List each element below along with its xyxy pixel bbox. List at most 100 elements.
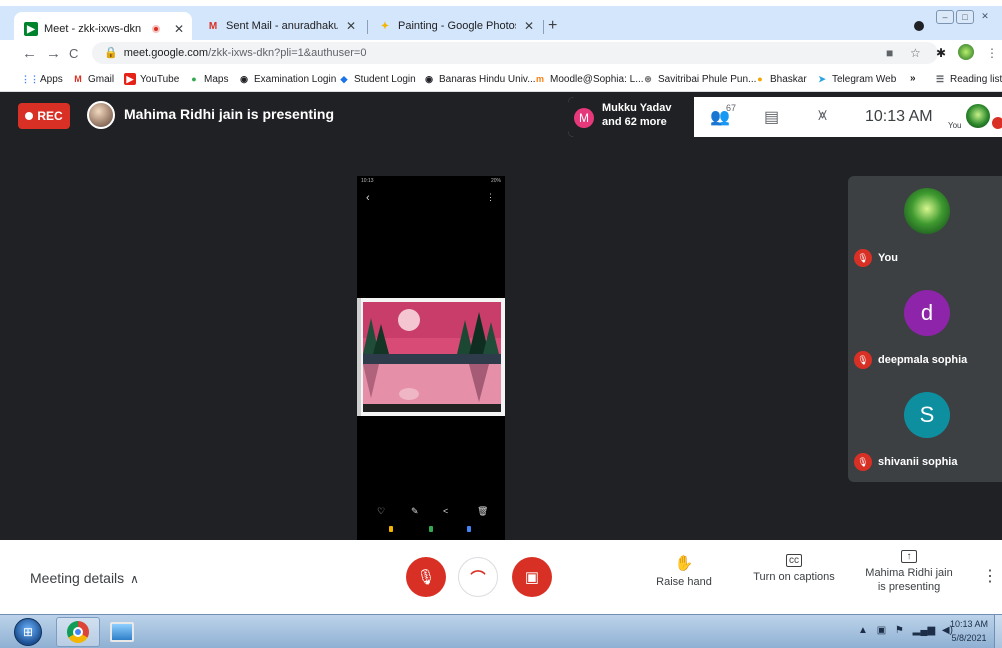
taskbar-chrome[interactable]	[56, 617, 100, 647]
participant-tile-deepmala[interactable]: d 🎙 deepmala sophia	[848, 278, 1002, 380]
url-field[interactable]: 🔒 meet.google.com/zkk-ixws-dkn?pli=1&auth…	[92, 42, 938, 64]
meet-controls-bar: Meeting details ∧ 🎙 ⌒ ▣ ✋ Raise hand cc T…	[0, 540, 1002, 614]
hand-icon: ✋	[674, 555, 694, 572]
tab-photos-title: Painting - Google Photos	[398, 20, 516, 32]
mic-off-icon: 🎙	[854, 453, 872, 471]
present-screen-icon: ↑	[901, 550, 917, 563]
raise-hand-button[interactable]: ✋ Raise hand	[652, 554, 716, 588]
bookmark-bhu[interactable]: ◉ Banaras Hindu Univ...	[423, 73, 535, 85]
bookmarks-overflow[interactable]: »	[910, 73, 916, 84]
maps-pin-icon: ●	[191, 74, 197, 84]
start-button[interactable]: ⊞	[14, 618, 42, 646]
reading-list-icon: ☰	[935, 73, 945, 84]
participant-tile-shivanii[interactable]: S 🎙 shivanii sophia	[848, 380, 1002, 482]
profile-avatar-icon[interactable]	[958, 44, 974, 60]
signal-icon[interactable]: ▂▄▆	[913, 625, 935, 636]
presenting-title: Mahima Ridhi jain is presenting	[124, 106, 335, 122]
bookmark-label: YouTube	[140, 73, 180, 85]
bookmark-apps[interactable]: ⋮⋮ Apps	[21, 73, 63, 85]
bookmark-youtube[interactable]: ▶ YouTube	[124, 73, 179, 85]
mic-toggle-button[interactable]: 🎙	[406, 557, 446, 597]
profile-dot-icon[interactable]	[914, 21, 924, 31]
participant-tile-you[interactable]: 🎙 You	[848, 176, 1002, 278]
lock-icon: 🔒	[104, 47, 118, 59]
avatar	[904, 188, 950, 234]
browser-tabstrip: ▶ Meet - zkk-ixws-dkn ✕ M Sent Mail - an…	[0, 0, 1002, 46]
self-label: You	[948, 121, 962, 130]
phone-app-dock	[357, 526, 505, 536]
forward-arrow-icon[interactable]: →	[46, 45, 61, 62]
back-arrow-icon[interactable]: ←	[22, 45, 37, 62]
flag-icon[interactable]: ⚑	[895, 625, 904, 636]
close-window-icon[interactable]: ✕	[976, 10, 994, 24]
meeting-details-button[interactable]: Meeting details ∧	[30, 570, 139, 586]
participants-line2: and 62 more	[602, 116, 667, 128]
presenting-status-button[interactable]: ↑ Mahima Ridhi jain is presenting	[862, 550, 956, 593]
tab-gmail[interactable]: M Sent Mail - anuradhakumawat94 ✕	[196, 12, 364, 40]
meeting-details-label: Meeting details	[30, 570, 125, 586]
tab-gmail-title: Sent Mail - anuradhakumawat94	[226, 20, 338, 32]
url-host: meet.google.com	[123, 47, 209, 59]
bookmark-student-login[interactable]: ◆ Student Login	[338, 73, 416, 85]
overflow-chevron-icon: »	[910, 73, 916, 84]
reading-list-button[interactable]: ☰ Reading list	[934, 73, 1002, 85]
tab-photos[interactable]: ✦ Painting - Google Photos ✕	[368, 12, 542, 40]
bookmark-maps[interactable]: ● Maps	[188, 73, 228, 85]
bookmark-moodle[interactable]: m Moodle@Sophia: L...	[534, 73, 644, 85]
painting-image	[357, 298, 505, 416]
video-camera-icon[interactable]: ■	[886, 46, 893, 60]
chat-icon[interactable]: ▤	[764, 107, 779, 127]
window-controls: – □ ✕	[936, 10, 994, 26]
pictures-icon	[110, 622, 134, 642]
activities-icon[interactable]: ⩙	[818, 107, 827, 125]
taskbar-clock[interactable]: 10:13 AM 5/8/2021	[950, 617, 988, 645]
bookmark-label: Moodle@Sophia: L...	[550, 73, 644, 85]
self-avatar	[966, 104, 990, 128]
taskbar-pictures[interactable]	[100, 617, 144, 647]
close-icon[interactable]: ✕	[174, 22, 184, 36]
recording-badge[interactable]: REC	[18, 103, 70, 129]
bookmark-examination-login[interactable]: ◉ Examination Login	[238, 73, 336, 85]
bookmark-telegram[interactable]: ➤ Telegram Web	[816, 73, 896, 85]
record-dot-icon	[25, 112, 34, 120]
menu-kebab-icon[interactable]: ⋮	[986, 46, 998, 60]
university-seal-icon: ⊛	[644, 73, 652, 84]
star-icon[interactable]: ☆	[910, 46, 921, 60]
bookmark-bhaskar[interactable]: ● Bhaskar	[754, 73, 806, 85]
system-tray: ▲ ▣ ⚑ ▂▄▆ ◀)	[858, 625, 953, 636]
new-tab-icon[interactable]: +	[548, 17, 557, 35]
bookmark-label: Maps	[204, 73, 229, 85]
app-icon	[389, 526, 393, 532]
close-icon[interactable]: ✕	[524, 19, 534, 33]
meeting-clock: 10:13 AM	[865, 108, 933, 125]
maximize-icon[interactable]: □	[956, 10, 974, 24]
leave-call-button[interactable]: ⌒	[458, 557, 498, 597]
camera-toggle-button[interactable]: ▣	[512, 557, 552, 597]
moodle-icon: m	[535, 74, 544, 84]
participants-summary[interactable]: M Mukku Yadav and 62 more	[568, 97, 694, 137]
participant-name: deepmala sophia	[878, 354, 968, 366]
bhaskar-icon: ●	[757, 74, 763, 84]
captions-button[interactable]: cc Turn on captions	[750, 554, 838, 583]
tab-separator	[543, 20, 544, 34]
reload-icon[interactable]: C	[69, 46, 78, 61]
globe-icon: ◉	[240, 73, 248, 84]
network-icon[interactable]: ▣	[877, 625, 886, 636]
recording-indicator-icon	[151, 25, 160, 33]
meet-stage: REC Mahima Ridhi jain is presenting M Mu…	[0, 92, 1002, 540]
show-desktop-button[interactable]	[994, 615, 1002, 648]
url-path: /zkk-ixws-dkn?pli=1&authuser=0	[208, 47, 367, 59]
extensions-icon[interactable]: ✱	[936, 46, 946, 60]
more-options-icon[interactable]: ⋮	[982, 566, 998, 586]
minimize-icon[interactable]: –	[936, 10, 954, 24]
windows-logo-icon: ⊞	[22, 625, 34, 639]
presenting-line1: Mahima Ridhi jain	[865, 567, 953, 579]
apps-grid-icon: ⋮⋮	[21, 73, 39, 84]
more-options-icon: ⋮	[486, 192, 495, 202]
tray-expand-icon[interactable]: ▲	[858, 625, 868, 636]
gmail-icon: M	[74, 74, 82, 84]
bookmark-sppu[interactable]: ⊛ Savitribai Phule Pun...	[642, 73, 756, 85]
close-icon[interactable]: ✕	[346, 19, 356, 33]
bookmark-gmail[interactable]: M Gmail	[72, 73, 114, 85]
mic-off-icon: 🎙	[854, 249, 872, 267]
